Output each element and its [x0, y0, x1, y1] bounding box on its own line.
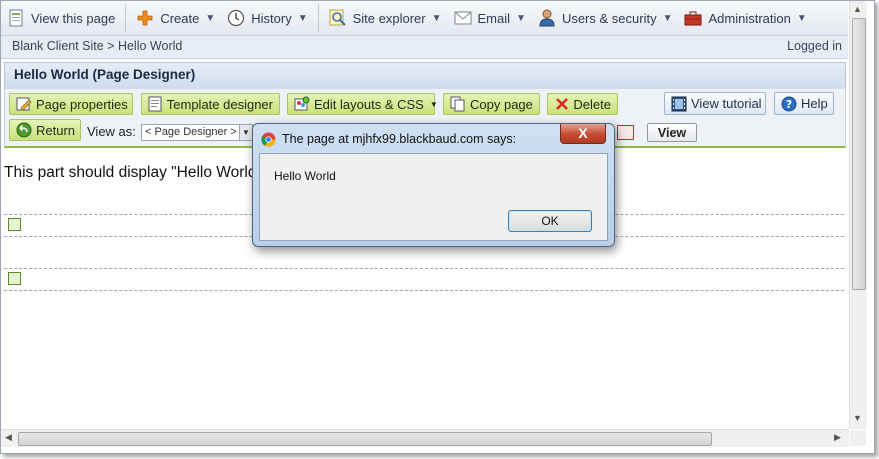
page-title-bar: Hello World (Page Designer)	[4, 62, 846, 90]
clock-icon	[227, 9, 245, 27]
dialog-message: Hello World	[274, 169, 336, 183]
nav-label: Create	[160, 10, 200, 26]
horizontal-scrollbar[interactable]: ◀ ▶	[1, 429, 849, 447]
toolbox-icon	[684, 9, 702, 27]
return-arrow-icon	[16, 122, 32, 138]
breadcrumb-bar: Blank Client Site > Hello World Logged i…	[1, 36, 848, 59]
view-as-label: View as:	[87, 124, 136, 139]
caret-down-icon: ▼	[429, 99, 438, 109]
dialog-body: Hello World OK	[259, 153, 608, 241]
nav-site-explorer[interactable]: Site explorer ▼	[323, 1, 448, 35]
nav-view-this-page[interactable]: View this page	[1, 1, 121, 35]
chevron-down-icon: ▼	[662, 12, 673, 24]
breadcrumb[interactable]: Blank Client Site > Hello World	[12, 39, 182, 53]
chevron-down-icon: ▼	[205, 12, 216, 24]
chrome-icon	[261, 132, 276, 147]
palette-icon	[294, 96, 310, 112]
part-icon[interactable]	[8, 272, 21, 285]
content-pane[interactable]	[4, 268, 844, 291]
template-designer-button[interactable]: Template designer	[141, 93, 280, 115]
magnifier-icon	[329, 9, 347, 27]
chevron-down-icon: ▼	[239, 125, 252, 140]
nav-email[interactable]: Email ▼	[448, 1, 532, 35]
page-icon	[7, 9, 25, 27]
login-status: Logged in	[787, 39, 842, 53]
chevron-down-icon: ▼	[297, 12, 308, 24]
nav-administration[interactable]: Administration ▼	[678, 1, 812, 35]
top-nav: View this page Create ▼ History ▼ Site e…	[1, 1, 848, 36]
copy-icon	[450, 96, 466, 112]
scroll-up-icon[interactable]: ▲	[853, 4, 862, 14]
plus-icon	[136, 9, 154, 27]
part-icon[interactable]	[8, 218, 21, 231]
view-tutorial-button[interactable]: View tutorial	[664, 92, 766, 115]
delete-button[interactable]: Delete	[547, 93, 618, 115]
nav-label: View this page	[31, 10, 116, 26]
nav-divider	[125, 4, 127, 32]
nav-label: Email	[477, 10, 511, 26]
nav-history[interactable]: History ▼	[221, 1, 313, 35]
alert-dialog: The page at mjhfx99.blackbaud.com says: …	[252, 123, 615, 247]
nav-users-security[interactable]: Users & security ▼	[532, 1, 679, 35]
nav-label: History	[251, 10, 292, 26]
envelope-icon	[454, 9, 472, 27]
browser-frame: View this page Create ▼ History ▼ Site e…	[0, 0, 875, 454]
copy-page-button[interactable]: Copy page	[443, 93, 540, 115]
chevron-down-icon: ▼	[516, 12, 526, 24]
edit-layouts-css-button[interactable]: Edit layouts & CSS ▼	[287, 93, 438, 115]
ok-button[interactable]: OK	[508, 210, 592, 232]
page-properties-button[interactable]: Page properties	[9, 93, 133, 115]
nav-label: Site explorer	[352, 10, 426, 26]
nav-label: Administration	[708, 10, 791, 26]
dialog-title: The page at mjhfx99.blackbaud.com says:	[282, 132, 517, 146]
view-as-select[interactable]: < Page Designer > ▼	[141, 124, 253, 141]
scroll-right-icon[interactable]: ▶	[834, 432, 841, 443]
chevron-down-icon: ▼	[796, 12, 807, 24]
template-icon	[148, 96, 163, 112]
scroll-thumb[interactable]	[852, 18, 866, 290]
user-icon	[538, 9, 556, 27]
scroll-corner	[850, 430, 866, 446]
film-icon	[671, 96, 687, 112]
view-button[interactable]: View	[647, 123, 697, 142]
chevron-down-icon: ▼	[431, 12, 442, 24]
question-icon: ?	[781, 96, 797, 112]
scroll-left-icon[interactable]: ◀	[5, 432, 12, 443]
page-edit-icon	[16, 96, 32, 112]
return-button[interactable]: Return	[9, 119, 81, 141]
page-title: Hello World (Page Designer)	[14, 67, 196, 82]
nav-label: Users & security	[561, 10, 657, 26]
svg-text:?: ?	[786, 98, 792, 111]
content-text: This part should display "Hello World	[4, 164, 257, 181]
scroll-down-icon[interactable]: ▼	[853, 413, 862, 423]
nav-create[interactable]: Create ▼	[130, 1, 221, 35]
close-button[interactable]: X	[560, 124, 606, 144]
nav-divider	[317, 4, 319, 32]
vertical-scrollbar[interactable]: ▲ ▼	[849, 1, 867, 429]
delete-x-icon	[554, 96, 569, 112]
grid-icon[interactable]	[617, 125, 634, 140]
help-button[interactable]: ? Help	[774, 92, 834, 115]
scroll-thumb[interactable]	[18, 432, 712, 446]
